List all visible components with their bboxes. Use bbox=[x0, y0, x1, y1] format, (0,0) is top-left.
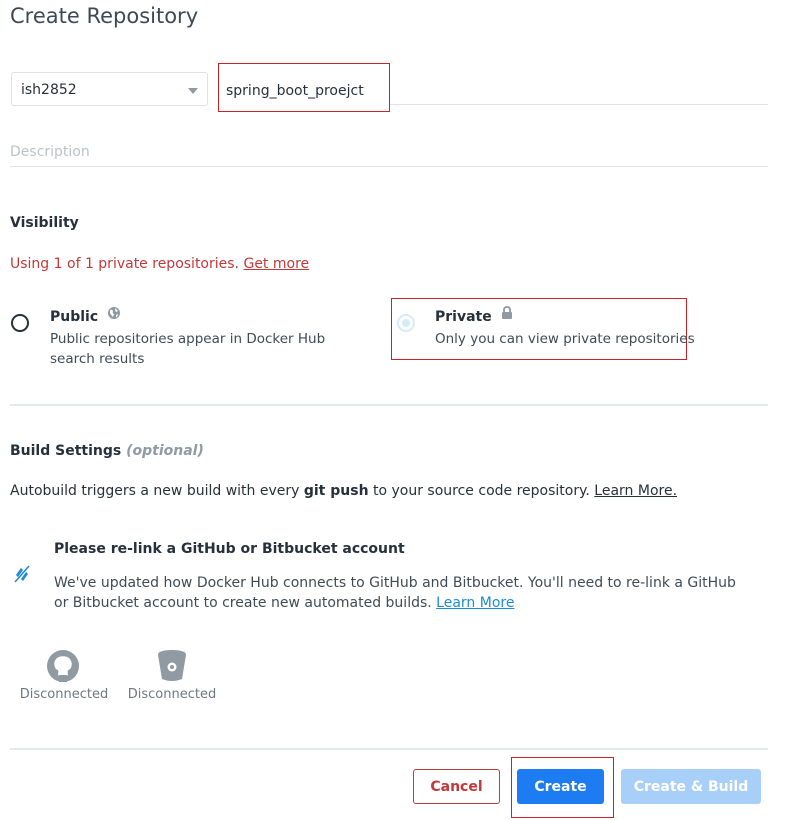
relink-description: We've updated how Docker Hub connects to… bbox=[54, 573, 754, 613]
autobuild-description: Autobuild triggers a new build with ever… bbox=[10, 483, 677, 499]
repository-name-underline bbox=[390, 104, 768, 105]
cancel-button[interactable]: Cancel bbox=[413, 769, 500, 804]
public-label: Public bbox=[50, 309, 99, 325]
repository-name-input[interactable]: spring_boot_proejct bbox=[218, 63, 390, 112]
lock-icon bbox=[501, 306, 512, 319]
autobuild-text-after: to your source code repository. bbox=[368, 483, 590, 499]
github-provider[interactable]: Disconnected bbox=[14, 647, 114, 707]
github-status: Disconnected bbox=[19, 687, 109, 702]
visibility-heading: Visibility bbox=[10, 215, 79, 231]
chevron-down-icon bbox=[188, 88, 198, 94]
relink-text: We've updated how Docker Hub connects to… bbox=[54, 575, 736, 611]
description-underline bbox=[10, 166, 768, 167]
create-and-build-button[interactable]: Create & Build bbox=[621, 769, 761, 804]
page-title: Create Repository bbox=[10, 4, 199, 28]
github-icon bbox=[47, 650, 79, 682]
create-button[interactable]: Create bbox=[517, 769, 604, 804]
bitbucket-icon bbox=[158, 650, 186, 681]
public-option-description: Public repositories appear in Docker Hub… bbox=[50, 331, 326, 367]
description-input[interactable]: Description bbox=[10, 144, 90, 160]
namespace-value: ish2852 bbox=[21, 82, 77, 98]
bitbucket-provider[interactable]: Disconnected bbox=[122, 647, 222, 707]
private-option-title[interactable]: Private bbox=[435, 306, 513, 325]
private-option-description: Only you can view private repositories bbox=[435, 331, 695, 347]
autobuild-learn-more-link[interactable]: Learn More. bbox=[594, 483, 677, 499]
get-more-link[interactable]: Get more bbox=[243, 256, 309, 272]
private-radio-dot bbox=[402, 319, 410, 327]
bitbucket-status: Disconnected bbox=[127, 687, 217, 702]
warning-text: Using 1 of 1 private repositories. bbox=[10, 256, 240, 272]
autobuild-text-before: Autobuild triggers a new build with ever… bbox=[10, 483, 304, 499]
relink-title: Please re-link a GitHub or Bitbucket acc… bbox=[54, 541, 405, 557]
private-radio[interactable] bbox=[397, 314, 415, 332]
relink-learn-more-link[interactable]: Learn More bbox=[436, 595, 514, 611]
build-settings-label: Build Settings bbox=[10, 443, 122, 459]
globe-icon bbox=[108, 307, 121, 319]
build-settings-heading: Build Settings (optional) bbox=[10, 443, 204, 459]
optional-label: (optional) bbox=[126, 443, 204, 459]
public-option-title[interactable]: Public bbox=[50, 306, 121, 325]
footer-divider bbox=[10, 748, 768, 750]
git-push-text: git push bbox=[303, 483, 369, 499]
repository-name-value: spring_boot_proejct bbox=[226, 83, 364, 99]
namespace-select[interactable]: ish2852 bbox=[11, 72, 208, 106]
private-limit-warning: Using 1 of 1 private repositories. Get m… bbox=[10, 256, 309, 272]
public-radio[interactable] bbox=[11, 314, 29, 332]
private-label: Private bbox=[435, 309, 492, 325]
broken-link-icon bbox=[14, 565, 30, 583]
section-divider bbox=[10, 404, 768, 406]
